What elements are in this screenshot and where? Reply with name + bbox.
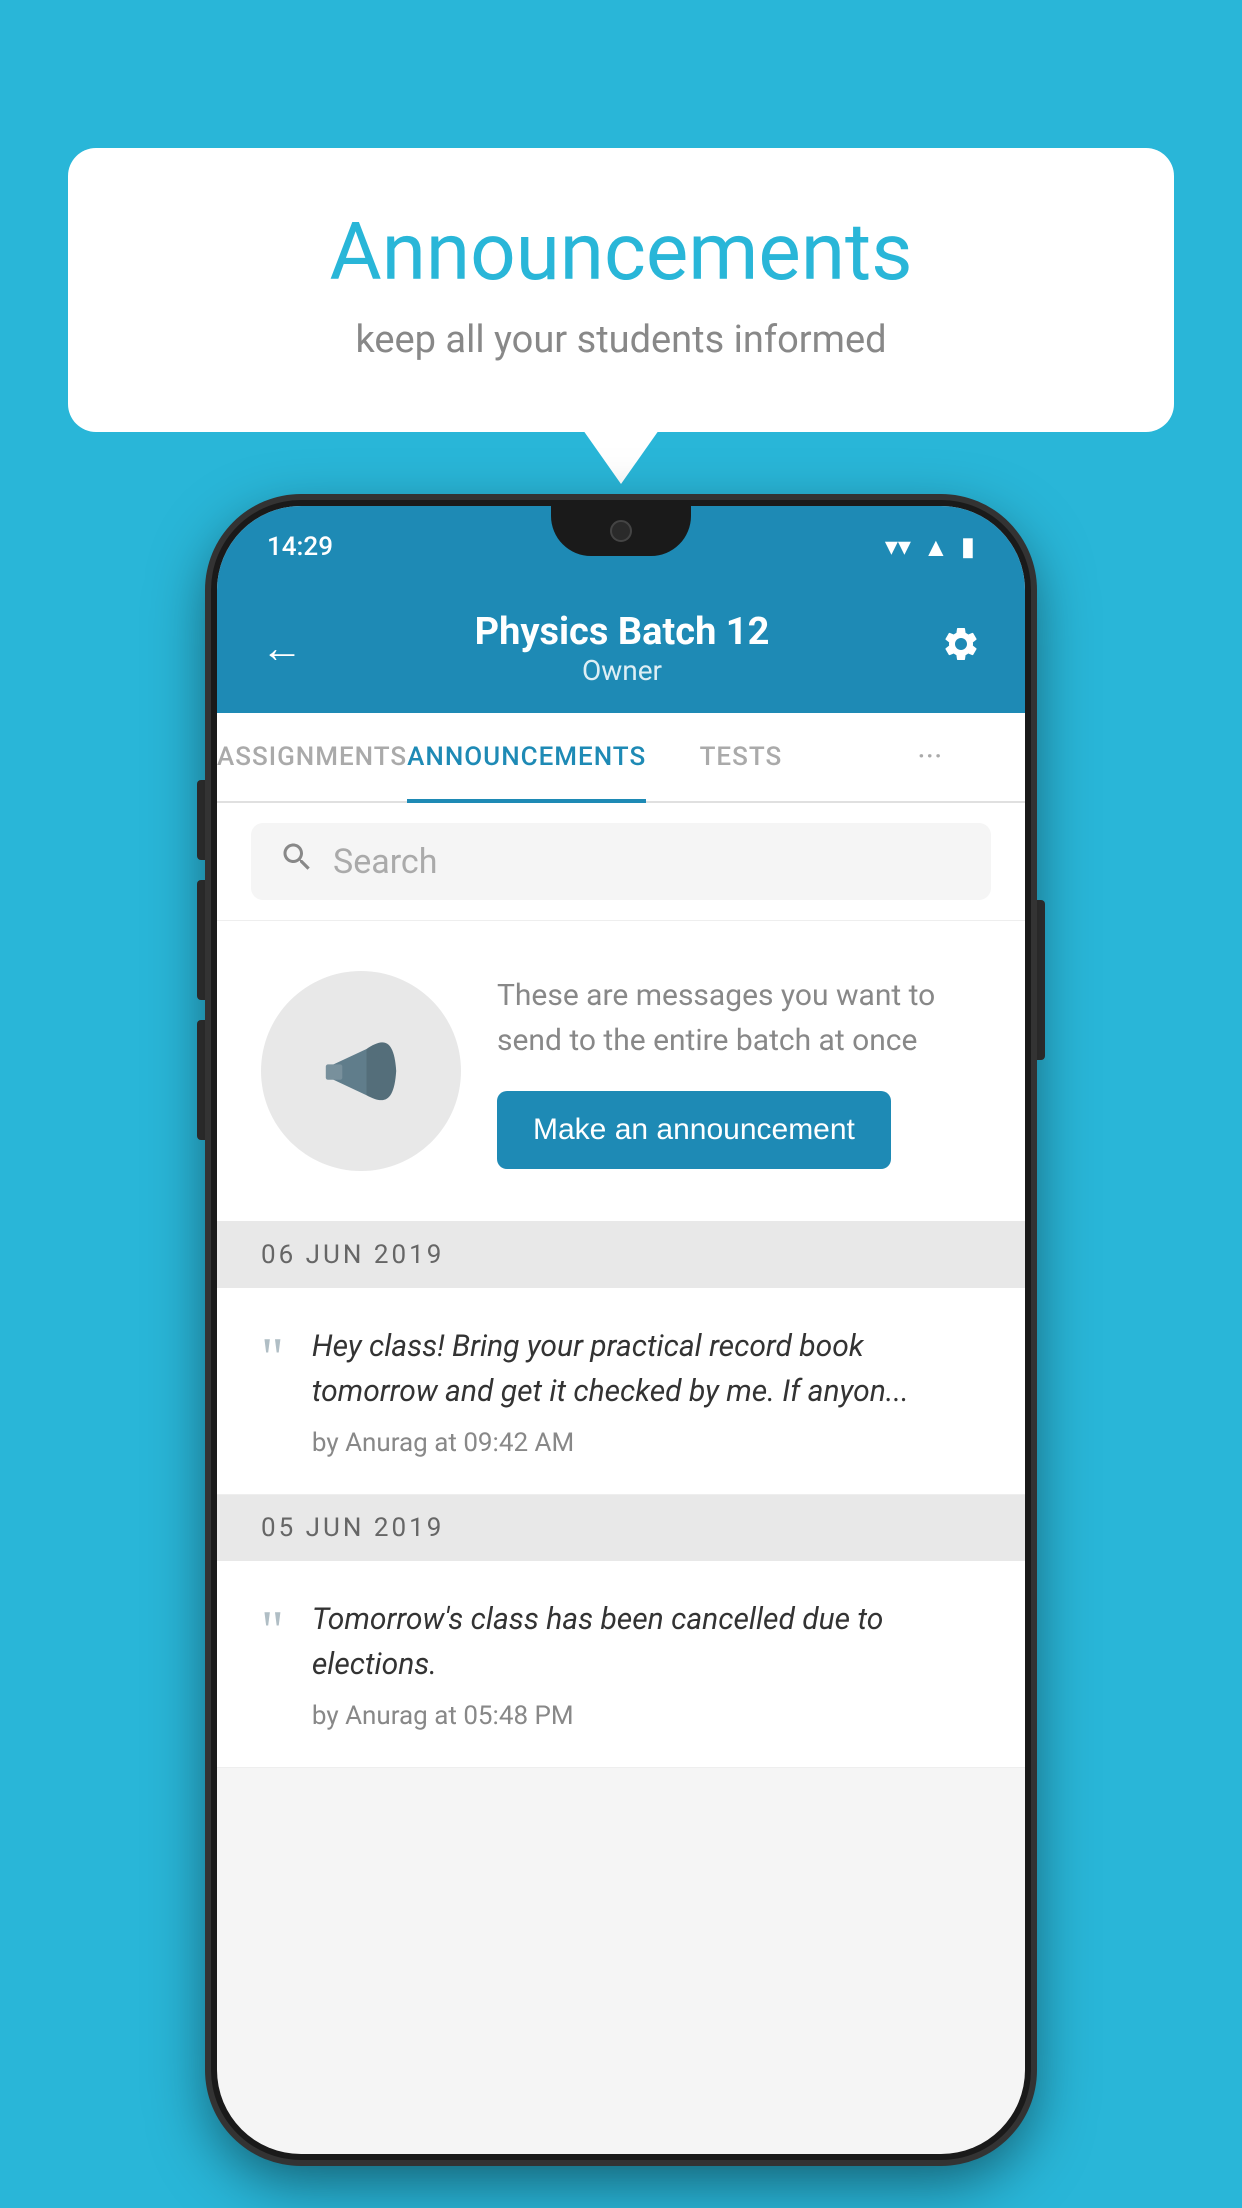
- search-bar[interactable]: Search: [251, 823, 991, 900]
- quote-icon-2: ": [261, 1603, 284, 1659]
- header-center: Physics Batch 12 Owner: [475, 610, 770, 687]
- announcement-author-1: by Anurag at 09:42 AM: [312, 1428, 981, 1458]
- status-bar: 14:29 ▾▾ ▲ ▮: [217, 506, 1025, 588]
- announcement-text-1: Hey class! Bring your practical record b…: [312, 1324, 981, 1414]
- tab-tests[interactable]: TESTS: [646, 713, 835, 801]
- header-subtitle: Owner: [475, 654, 770, 687]
- tab-more[interactable]: ···: [836, 713, 1025, 801]
- empty-state: These are messages you want to send to t…: [217, 921, 1025, 1222]
- empty-state-right: These are messages you want to send to t…: [497, 973, 981, 1169]
- search-container: Search: [217, 803, 1025, 921]
- phone-mockup: 14:29 ▾▾ ▲ ▮ ← Physics Batch 12 Owner: [211, 500, 1031, 2160]
- camera-dot: [610, 520, 632, 542]
- tab-bar: ASSIGNMENTS ANNOUNCEMENTS TESTS ···: [217, 713, 1025, 803]
- announcement-circle-icon: [261, 971, 461, 1171]
- speech-bubble: Announcements keep all your students inf…: [68, 148, 1174, 432]
- date-divider-1: 06 JUN 2019: [217, 1222, 1025, 1288]
- wifi-icon: ▾▾: [885, 532, 911, 562]
- signal-icon: ▲: [923, 532, 949, 563]
- settings-icon[interactable]: [941, 624, 981, 674]
- phone-button-volume-up: [197, 880, 207, 1000]
- search-placeholder: Search: [333, 842, 437, 882]
- phone-screen: 14:29 ▾▾ ▲ ▮ ← Physics Batch 12 Owner: [217, 506, 1025, 2154]
- search-icon: [279, 839, 315, 884]
- announcement-text-2: Tomorrow's class has been cancelled due …: [312, 1597, 981, 1687]
- announcement-item-1[interactable]: " Hey class! Bring your practical record…: [217, 1288, 1025, 1495]
- date-divider-2: 05 JUN 2019: [217, 1495, 1025, 1561]
- empty-state-description: These are messages you want to send to t…: [497, 973, 981, 1063]
- announcement-content-1: Hey class! Bring your practical record b…: [312, 1324, 981, 1458]
- announcement-author-2: by Anurag at 05:48 PM: [312, 1701, 981, 1731]
- header-title: Physics Batch 12: [475, 610, 770, 654]
- phone-button-volume-down: [197, 1020, 207, 1140]
- status-time: 14:29: [267, 532, 333, 562]
- bubble-title: Announcements: [148, 208, 1094, 296]
- announcement-content-2: Tomorrow's class has been cancelled due …: [312, 1597, 981, 1731]
- app-header: ← Physics Batch 12 Owner: [217, 588, 1025, 713]
- battery-icon: ▮: [961, 532, 975, 562]
- phone-outer: 14:29 ▾▾ ▲ ▮ ← Physics Batch 12 Owner: [211, 500, 1031, 2160]
- quote-icon-1: ": [261, 1330, 284, 1386]
- bubble-subtitle: keep all your students informed: [148, 318, 1094, 362]
- tab-announcements[interactable]: ANNOUNCEMENTS: [407, 713, 646, 801]
- tab-assignments[interactable]: ASSIGNMENTS: [217, 713, 407, 801]
- phone-button-volume-mute: [197, 780, 207, 860]
- speech-bubble-container: Announcements keep all your students inf…: [68, 148, 1174, 432]
- status-icons: ▾▾ ▲ ▮: [885, 532, 975, 563]
- notch-cutout: [551, 506, 691, 556]
- make-announcement-button[interactable]: Make an announcement: [497, 1091, 891, 1169]
- phone-button-power: [1035, 900, 1045, 1060]
- back-button[interactable]: ←: [261, 624, 303, 673]
- announcement-item-2[interactable]: " Tomorrow's class has been cancelled du…: [217, 1561, 1025, 1768]
